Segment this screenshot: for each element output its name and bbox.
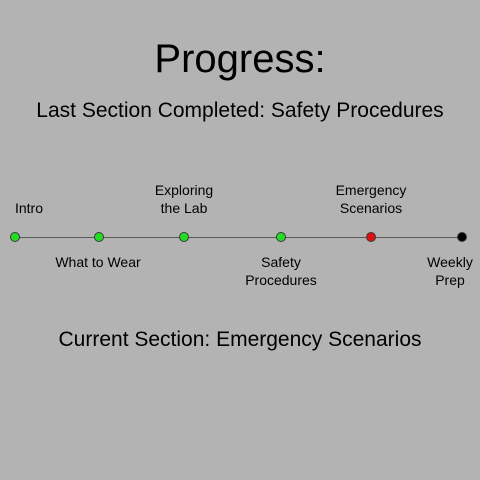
step-label-line: What to Wear	[55, 254, 141, 270]
step-label-line: Prep	[435, 272, 465, 288]
last-section-completed: Last Section Completed: Safety Procedure…	[36, 99, 444, 122]
step-label-safety-procedures: Safety Procedures	[226, 253, 336, 289]
step-label-line: Intro	[14, 200, 43, 216]
step-label-weekly-prep: Weekly Prep	[420, 253, 480, 289]
step-label-line: the Lab	[160, 200, 208, 216]
step-label-line: Procedures	[245, 272, 317, 288]
step-label-emergency-scenarios: Emergency Scenarios	[316, 181, 426, 217]
step-node-exploring-the-lab[interactable]	[179, 232, 189, 242]
step-node-intro[interactable]	[10, 232, 20, 242]
step-label-line: Emergency	[335, 182, 407, 198]
current-section: Current Section: Emergency Scenarios	[58, 328, 422, 351]
step-label-intro: Intro	[0, 199, 84, 217]
step-label-line: Weekly	[427, 254, 473, 270]
step-label-line: Scenarios	[339, 200, 403, 216]
page-title: Progress:	[154, 37, 326, 81]
step-node-emergency-scenarios[interactable]	[366, 232, 376, 242]
step-label-line: Safety	[261, 254, 301, 270]
progress-track	[15, 237, 462, 238]
step-node-safety-procedures[interactable]	[276, 232, 286, 242]
step-node-weekly-prep[interactable]	[457, 232, 467, 242]
step-label-exploring-the-lab: Exploring the Lab	[129, 181, 239, 217]
step-label-line: Exploring	[154, 182, 214, 198]
step-node-what-to-wear[interactable]	[94, 232, 104, 242]
step-label-what-to-wear: What to Wear	[43, 253, 153, 271]
